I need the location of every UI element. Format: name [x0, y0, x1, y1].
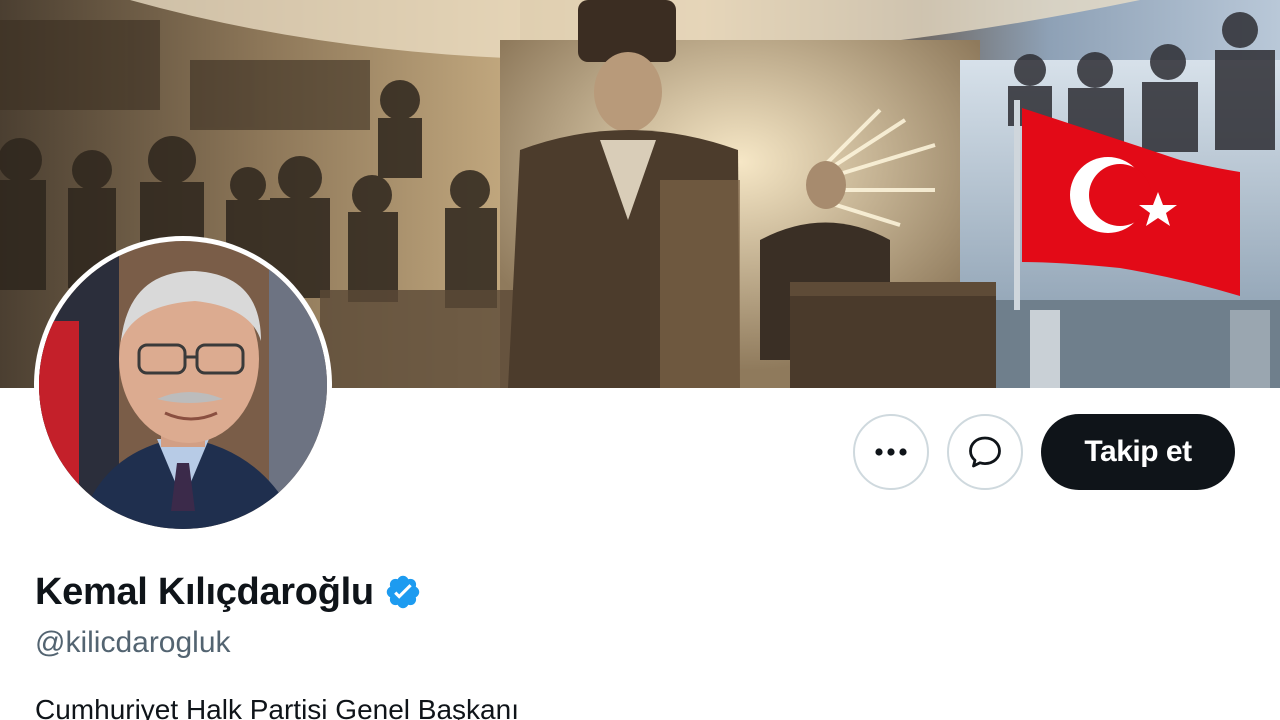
verified-badge-icon[interactable] — [384, 573, 422, 611]
follow-button-label: Takip et — [1084, 435, 1192, 468]
message-bubble-icon — [969, 436, 1001, 468]
profile-avatar[interactable] — [34, 236, 332, 534]
follow-button[interactable]: Takip et — [1041, 414, 1235, 490]
avatar-photo — [39, 241, 327, 529]
message-button[interactable] — [947, 414, 1023, 490]
more-options-button[interactable] — [853, 414, 929, 490]
profile-name-row: Kemal Kılıçdaroğlu — [35, 566, 422, 618]
more-options-icon — [875, 448, 907, 456]
profile-bio: Cumhuriyet Halk Partisi Genel Başkanı — [35, 694, 519, 720]
profile-page: Takip et Kemal Kılıçdaroğlu @kilicdarogl… — [0, 0, 1280, 720]
profile-handle: @kilicdarogluk — [35, 626, 231, 659]
display-name: Kemal Kılıçdaroğlu — [35, 570, 374, 613]
